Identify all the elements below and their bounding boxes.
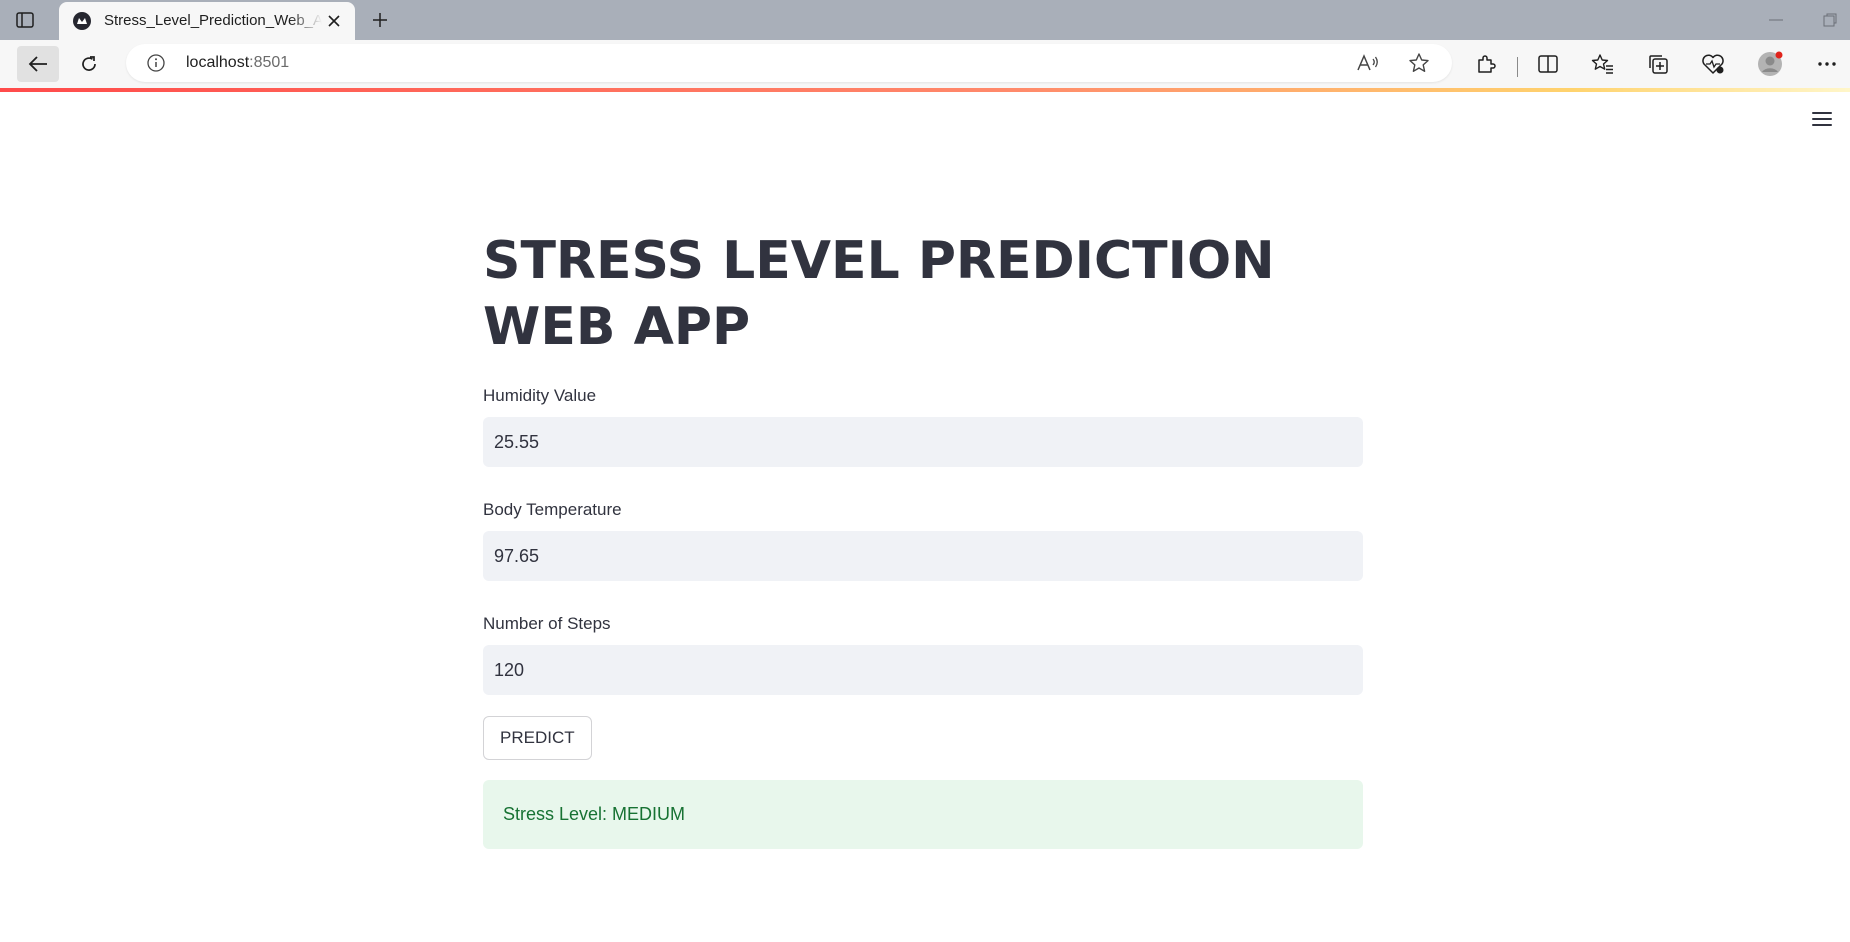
close-tab-icon[interactable] [323,10,345,32]
main-menu-icon[interactable] [1812,112,1832,128]
steps-label: Number of Steps [483,614,611,633]
body-temperature-field: Body Temperature [483,500,1363,581]
more-options-icon[interactable] [1815,52,1839,76]
streamlit-favicon-icon [73,12,91,30]
steps-field: Number of Steps [483,614,1363,695]
active-tab[interactable]: Stress_Level_Prediction_Web_App [59,2,355,40]
humidity-field: Humidity Value [483,386,1363,467]
read-aloud-icon[interactable] [1356,52,1380,74]
favorite-star-icon[interactable] [1408,52,1430,74]
favorites-icon[interactable] [1591,52,1615,76]
browser-toolbar: localhost:8501 [0,40,1850,88]
body-temperature-input[interactable] [483,531,1363,581]
minimize-icon[interactable] [1766,10,1786,30]
body-temperature-label: Body Temperature [483,500,622,519]
result-text: Stress Level: MEDIUM [503,804,686,824]
tab-title: Stress_Level_Prediction_Web_App [104,12,322,29]
site-info-icon[interactable] [146,53,166,73]
url-port: :8501 [249,54,290,71]
predict-button[interactable]: PREDICT [483,716,592,760]
split-screen-icon[interactable] [1536,52,1560,76]
collections-icon[interactable] [1646,52,1670,76]
address-bar[interactable]: localhost:8501 [126,44,1452,82]
app-main: STRESS LEVEL PREDICTION WEB APP Humidity… [483,228,1363,849]
humidity-label: Humidity Value [483,386,597,405]
new-tab-icon[interactable] [366,6,394,34]
toolbar-separator [1517,57,1518,77]
result-success-alert: Stress Level: MEDIUM [483,780,1363,849]
steps-input[interactable] [483,645,1363,695]
predict-button-row: PREDICT [483,716,1363,760]
url-host: localhost [186,54,250,71]
restore-icon[interactable] [1820,10,1840,30]
app-decoration-bar [0,88,1850,92]
extensions-icon[interactable] [1474,52,1498,76]
humidity-input[interactable] [483,417,1363,467]
browser-tab-bar: Stress_Level_Prediction_Web_App [0,0,1850,40]
profile-avatar[interactable] [1757,51,1783,77]
page-title: STRESS LEVEL PREDICTION WEB APP [483,231,1275,357]
refresh-icon[interactable] [71,46,107,82]
tab-actions-icon[interactable] [14,9,36,31]
back-icon[interactable] [17,46,59,82]
browser-essentials-icon[interactable] [1701,52,1725,76]
url-text: localhost:8501 [186,54,289,72]
